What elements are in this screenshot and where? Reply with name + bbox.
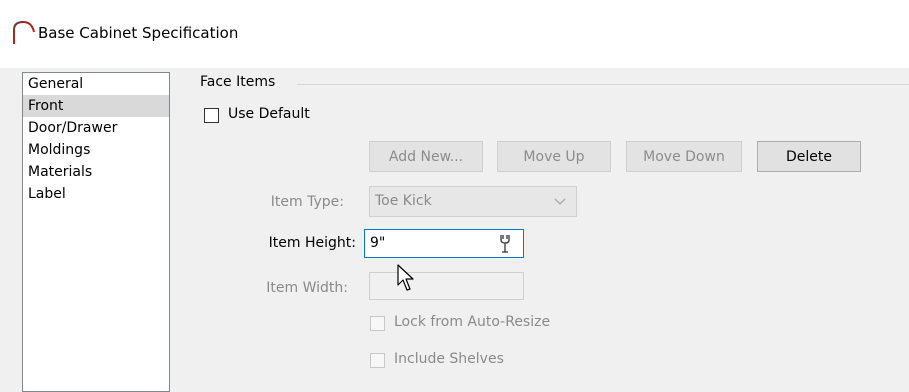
delete-button[interactable]: Delete	[757, 141, 861, 172]
nav-item-general[interactable]: General	[23, 73, 169, 95]
nav-item-door-drawer[interactable]: Door/Drawer	[23, 117, 169, 139]
move-up-button[interactable]: Move Up	[497, 141, 611, 172]
nav-item-front[interactable]: Front	[23, 95, 169, 117]
include-shelves-checkbox[interactable]	[370, 353, 385, 368]
lock-auto-resize-label[interactable]: Lock from Auto-Resize	[394, 314, 550, 330]
nav-item-label[interactable]: Label	[23, 183, 169, 205]
add-new-button[interactable]: Add New...	[369, 141, 483, 172]
item-type-select[interactable]: Toe Kick	[369, 186, 577, 217]
item-height-label: Item Height:	[268, 235, 356, 251]
face-items-group-title: Face Items	[200, 74, 276, 90]
wrench-icon[interactable]	[495, 233, 515, 255]
use-default-label[interactable]: Use Default	[228, 106, 310, 122]
title-bar: Base Cabinet Specification	[0, 0, 909, 68]
chevron-down-icon	[554, 198, 566, 205]
item-type-value: Toe Kick	[375, 193, 432, 209]
group-divider	[297, 84, 909, 85]
move-down-button[interactable]: Move Down	[626, 141, 742, 172]
mouse-cursor-icon	[397, 264, 414, 291]
use-default-checkbox[interactable]	[204, 108, 219, 123]
include-shelves-label[interactable]: Include Shelves	[394, 351, 504, 367]
window-title: Base Cabinet Specification	[38, 24, 239, 42]
item-height-value: 9"	[370, 235, 386, 251]
item-type-label: Item Type:	[270, 194, 344, 210]
item-width-input[interactable]	[369, 272, 524, 300]
item-width-label: Item Width:	[266, 280, 348, 296]
arch-icon	[13, 20, 35, 44]
nav-item-materials[interactable]: Materials	[23, 161, 169, 183]
category-list[interactable]: General Front Door/Drawer Moldings Mater…	[22, 72, 170, 392]
nav-item-moldings[interactable]: Moldings	[23, 139, 169, 161]
item-height-input[interactable]: 9"	[364, 229, 524, 258]
lock-auto-resize-checkbox[interactable]	[370, 316, 385, 331]
